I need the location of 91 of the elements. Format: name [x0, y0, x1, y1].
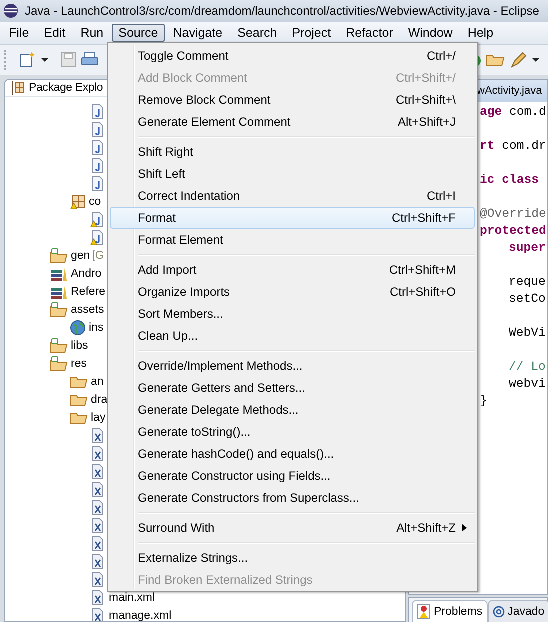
xml-file-icon	[90, 482, 106, 498]
xml-file-icon	[90, 536, 106, 552]
menu-item[interactable]: Correct Indentation Ctrl+I	[110, 185, 475, 207]
tree-item[interactable]: an	[91, 376, 104, 388]
menu-item[interactable]: Window	[401, 24, 460, 42]
menu-item[interactable]: Generate toString()...	[110, 421, 475, 443]
xml-file-icon	[90, 518, 106, 534]
tree-item[interactable]: libs	[71, 340, 88, 352]
new-file-icon[interactable]	[19, 51, 37, 69]
tree-item[interactable]: co	[89, 196, 102, 208]
java-file-icon	[90, 122, 106, 138]
view-tab[interactable]: Problems	[412, 600, 488, 622]
code-line: protected	[480, 223, 547, 240]
menu-item[interactable]: Run	[74, 24, 111, 42]
tree-item[interactable]: res	[71, 358, 87, 370]
xml-file-icon	[90, 446, 106, 462]
tree-item[interactable]: Refere	[71, 286, 106, 298]
menu-item[interactable]: Sort Members...	[110, 303, 475, 325]
caret-icon[interactable]	[41, 56, 49, 64]
menu-item[interactable]: Project	[285, 24, 338, 42]
pen-icon[interactable]	[510, 51, 528, 69]
menu-item[interactable]: Generate hashCode() and equals()...	[110, 443, 475, 465]
problems-icon	[417, 604, 431, 620]
menu-item[interactable]: Clean Up...	[110, 325, 475, 347]
menu-item[interactable]: Format Element	[110, 229, 475, 251]
code-line: }	[480, 393, 488, 410]
tree-item[interactable]: gen	[71, 250, 90, 262]
source-folder-icon	[50, 302, 68, 318]
source-folder-icon	[50, 338, 68, 354]
tree-item[interactable]: dra	[91, 394, 108, 406]
caret-icon[interactable]	[532, 56, 540, 64]
view-tab[interactable]: Javado	[488, 600, 548, 622]
java-file-icon	[90, 104, 106, 120]
code-line: super	[508, 240, 547, 257]
code-line: setCo	[508, 291, 547, 308]
java-file-icon	[90, 230, 106, 246]
menu-item[interactable]: Shift Left	[110, 163, 475, 185]
menu-item[interactable]: Refactor	[339, 24, 400, 42]
menu-item[interactable]: Organize Imports Ctrl+Shift+O	[110, 281, 475, 303]
code-line: // Lo	[508, 359, 547, 376]
tree-item[interactable]: ins	[89, 322, 104, 334]
window-title: Java - LaunchControl3/src/com/dreamdom/launchcontrol/activities/WebviewActivity.java - Eclipse	[25, 4, 540, 18]
package-explorer-icon	[11, 80, 25, 96]
menu-item[interactable]: Remove Block Comment Ctrl+Shift+\	[110, 89, 475, 111]
xml-file-icon	[90, 590, 106, 606]
menu-item[interactable]: Add Import Ctrl+Shift+M	[110, 259, 475, 281]
menu-item[interactable]: Surround With Alt+Shift+Z	[110, 517, 475, 539]
source-folder-icon	[50, 356, 68, 372]
globe-icon	[70, 320, 86, 336]
tree-decoration: [G	[92, 250, 104, 262]
java-file-icon	[90, 212, 106, 228]
menu-item[interactable]: Shift Right	[110, 141, 475, 163]
menu-item[interactable]: Generate Element Comment Alt+Shift+J	[110, 111, 475, 133]
menu-item[interactable]: Navigate	[166, 24, 230, 42]
code-line: age com.d	[480, 104, 547, 121]
menu-item[interactable]: Generate Constructors from Superclass...	[110, 487, 475, 509]
xml-file-icon	[90, 608, 106, 621]
tree-item[interactable]: assets	[71, 304, 104, 316]
source-folder-icon	[50, 248, 68, 264]
java-file-icon	[90, 158, 106, 174]
menu-item[interactable]: Format Ctrl+Shift+F	[110, 207, 475, 229]
menu-item[interactable]: File	[2, 24, 36, 42]
printer-icon[interactable]	[81, 52, 99, 68]
code-line: webvi	[508, 376, 547, 393]
code-line: WebVi	[508, 325, 547, 342]
code-line: rt com.dr	[480, 138, 547, 155]
java-file-icon	[90, 176, 106, 192]
eclipse-icon	[3, 3, 19, 19]
menu-item[interactable]: Source	[112, 24, 166, 42]
menu-item[interactable]: Generate Constructor using Fields...	[110, 465, 475, 487]
xml-file-icon	[90, 464, 106, 480]
xml-file-icon	[90, 500, 106, 516]
code-line: ic class	[480, 172, 540, 189]
code-line: reque	[508, 274, 547, 291]
menu-item[interactable]: Override/Implement Methods...	[110, 355, 475, 377]
package-icon	[70, 194, 86, 210]
tree-item[interactable]: main.xml	[109, 592, 156, 604]
xml-file-icon	[90, 554, 106, 570]
tree-item[interactable]: lay	[91, 412, 106, 424]
java-file-icon	[90, 140, 106, 156]
code-line: @Override	[480, 206, 547, 223]
menu-item[interactable]: Externalize Strings...	[110, 547, 475, 569]
xml-file-icon	[90, 572, 106, 588]
menu-item[interactable]: Toggle Comment Ctrl+/	[110, 45, 475, 67]
xml-file-icon	[90, 428, 106, 444]
menu-item[interactable]: Edit	[37, 24, 73, 42]
menu-item[interactable]: Search	[230, 24, 284, 42]
tree-item[interactable]: Andro	[71, 268, 102, 280]
menu-item[interactable]: Generate Getters and Setters...	[110, 377, 475, 399]
menu-item[interactable]: Generate Delegate Methods...	[110, 399, 475, 421]
menu-item[interactable]: Help	[460, 24, 501, 42]
